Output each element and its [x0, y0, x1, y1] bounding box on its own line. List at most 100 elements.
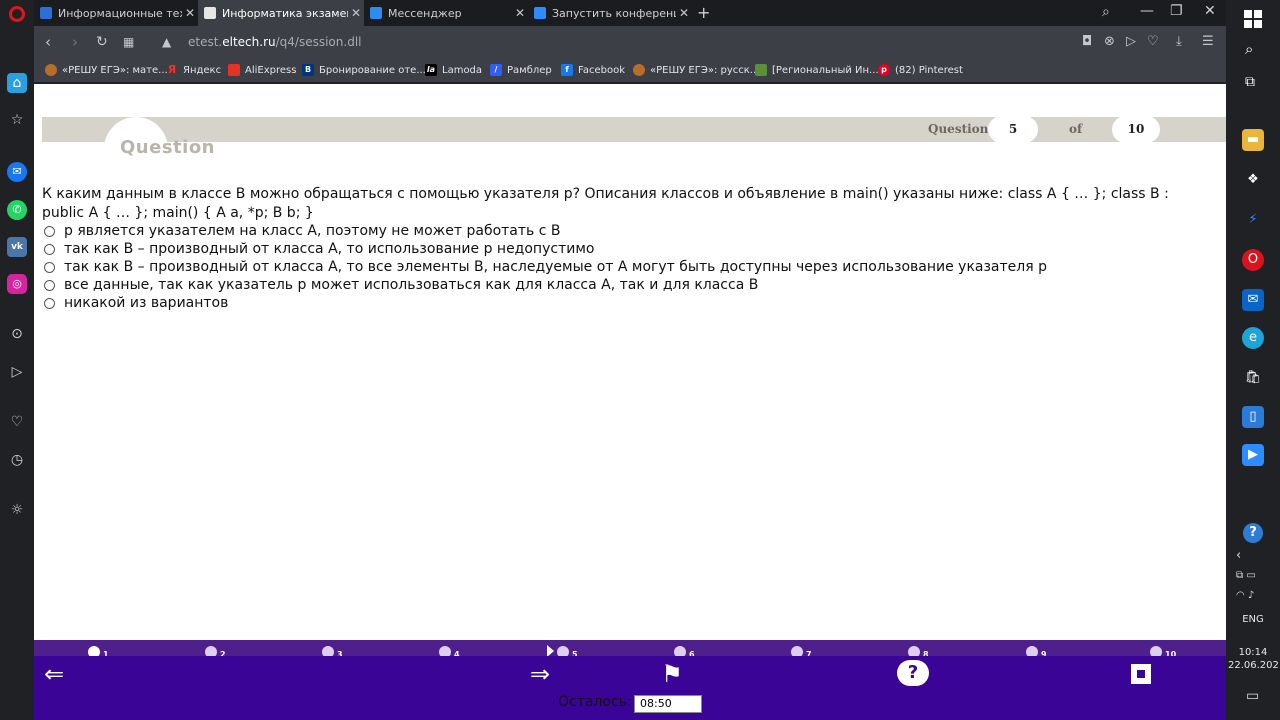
opera-logo-icon[interactable] — [9, 6, 25, 22]
new-tab-button[interactable]: + — [697, 3, 710, 22]
bookmark-booking[interactable]: B Бронирование оте... — [302, 63, 426, 77]
page-content — [34, 84, 1226, 640]
radio-button[interactable] — [44, 297, 55, 309]
clock-date: 22.06.2021 — [1228, 660, 1280, 671]
player-icon[interactable]: ⊙ — [7, 324, 27, 344]
close-window-button[interactable]: ✕ — [1204, 3, 1216, 19]
phone-app-icon[interactable]: ▯ — [1242, 406, 1264, 428]
answer-option-5[interactable]: никакой из вариантов — [44, 294, 228, 312]
close-icon[interactable]: ✕ — [348, 6, 364, 20]
tab-conference[interactable]: Запустить конференцию ✕ — [528, 0, 692, 26]
bookmark-rambler[interactable]: / Рамблер — [490, 63, 552, 77]
search-tabs-icon[interactable]: ⌕ — [1102, 4, 1110, 20]
opera-tab-icon — [40, 7, 52, 19]
clock-time: 10:14 — [1238, 647, 1268, 658]
next-question-button[interactable]: ⇒ — [522, 660, 558, 688]
help-button[interactable]: ? — [897, 660, 929, 686]
reshu-icon — [633, 64, 645, 76]
bookmark-reshu-math[interactable]: «РЕШУ ЕГЭ»: мате... — [45, 63, 168, 77]
store-icon[interactable]: 🛍 — [1242, 367, 1264, 389]
question-logo: Question — [120, 137, 215, 158]
yandex-icon: Я — [167, 63, 177, 76]
zoom-icon[interactable]: ▶ — [1242, 444, 1264, 466]
facebook-icon: f — [561, 64, 573, 76]
minimize-button[interactable]: — — [1140, 3, 1154, 19]
tab-messenger[interactable]: Мессенджер ✕ — [364, 0, 528, 26]
edge-icon[interactable]: e — [1242, 327, 1264, 349]
notifications-icon[interactable]: ▭ — [1246, 688, 1259, 704]
stop-icon — [1137, 670, 1145, 678]
chevron-up-icon[interactable]: ‹ — [1236, 548, 1241, 563]
tab-informatsionnye[interactable]: Информационные техно ✕ — [34, 0, 198, 26]
bookmark-lamoda[interactable]: la Lamoda — [425, 63, 482, 77]
windows-taskbar — [1226, 0, 1280, 720]
bookmark-pinterest[interactable]: p (82) Pinterest — [878, 63, 963, 77]
help-tray-icon[interactable]: ? — [1243, 523, 1263, 543]
radio-button[interactable] — [44, 279, 55, 291]
bookmark-facebook[interactable]: f Facebook — [561, 63, 625, 77]
radio-button[interactable] — [44, 225, 55, 237]
radio-button[interactable] — [44, 261, 55, 273]
test-control-bar — [34, 656, 1226, 720]
question-text: К каким данным в классе В можно обращать… — [42, 186, 1169, 221]
block-icon[interactable]: ⊗ — [1104, 34, 1115, 49]
answer-option-1[interactable]: р является указателем на класс А, поэтом… — [44, 222, 561, 240]
messenger-tab-icon — [370, 7, 382, 19]
whatsapp-icon[interactable]: ✆ — [7, 200, 27, 220]
close-icon[interactable]: ✕ — [676, 6, 692, 20]
booking-icon: B — [302, 64, 314, 76]
bookmark-reshu-russian[interactable]: «РЕШУ ЕГЭ»: русск... — [633, 63, 759, 77]
search-icon[interactable]: ⌕ — [1245, 40, 1253, 58]
dropbox-icon[interactable]: ❖ — [1242, 169, 1264, 191]
home-icon[interactable]: ⌂ — [7, 73, 27, 93]
document-icon — [204, 7, 216, 19]
answer-option-2[interactable]: так как В – производный от класса А, то … — [44, 240, 594, 258]
wifi-volume-icon: ◠ ♪ — [1236, 590, 1255, 601]
windows-start-icon[interactable] — [1244, 10, 1262, 28]
previous-question-button[interactable]: ⇐ — [36, 660, 72, 688]
send-icon[interactable]: ▷ — [7, 362, 27, 382]
task-view-icon[interactable]: ⧉ — [1245, 74, 1255, 90]
reshu-icon — [45, 64, 57, 76]
question-header-band — [42, 117, 1226, 142]
settings-icon[interactable]: ☰ — [1202, 34, 1214, 49]
close-icon[interactable]: ✕ — [512, 6, 528, 20]
messenger-icon[interactable]: ✉ — [7, 162, 27, 182]
lamoda-icon: la — [425, 64, 437, 76]
opera-icon[interactable]: O — [1242, 249, 1264, 271]
forward-icon[interactable]: › — [72, 33, 78, 51]
speed-dial-icon[interactable]: ▦ — [123, 33, 134, 51]
maximize-button[interactable]: ❐ — [1170, 3, 1183, 19]
aliexpress-icon — [228, 64, 240, 76]
stop-button[interactable] — [1131, 664, 1151, 684]
file-explorer-icon[interactable]: ▬ — [1242, 129, 1264, 151]
star-icon[interactable]: ☆ — [7, 110, 27, 130]
answer-option-4[interactable]: все данные, так как указатель р может ис… — [44, 276, 758, 294]
bookmark-regional[interactable]: [Региональный Ин... — [755, 63, 879, 77]
history-icon[interactable]: ◷ — [7, 450, 27, 470]
timer-field: 08:50 — [634, 695, 702, 713]
back-icon[interactable]: ‹ — [45, 33, 51, 51]
mail-icon[interactable]: ✉ — [1242, 289, 1264, 311]
camera-icon[interactable]: ◘ — [1082, 34, 1092, 49]
answer-option-3[interactable]: так как В – производный от класса А, то … — [44, 258, 1047, 276]
bookmark-yandex[interactable]: Я Яндекс — [166, 63, 221, 77]
radio-button[interactable] — [44, 243, 55, 255]
download-icon[interactable]: ⤓ — [1176, 34, 1182, 49]
current-question-number: 5 — [988, 116, 1038, 143]
bookmark-aliexpress[interactable]: AliExpress — [228, 63, 296, 77]
system-clock[interactable]: 10:14 22.06.2021 — [1228, 646, 1280, 672]
tab-informatika-exam[interactable]: Информатика экзамен 1 к ✕ — [198, 0, 364, 26]
lightbulb-icon[interactable]: ☼ — [7, 500, 27, 520]
language-indicator[interactable]: ENG — [1226, 614, 1280, 625]
reload-icon[interactable]: ↻ — [96, 33, 108, 51]
app-icon[interactable]: ⚡ — [1242, 209, 1264, 231]
flag-icon[interactable]: ⚑ — [655, 660, 689, 688]
url-field[interactable]: etest.eltech.ru/q4/session.dll — [188, 35, 361, 49]
flow-icon[interactable]: ▷ — [1126, 34, 1136, 49]
heart-icon[interactable]: ♡ — [7, 412, 27, 432]
instagram-icon[interactable]: ◎ — [7, 274, 27, 294]
opera-sidebar — [0, 0, 34, 720]
vk-icon[interactable]: vk — [7, 237, 27, 257]
close-icon[interactable]: ✕ — [182, 6, 198, 20]
